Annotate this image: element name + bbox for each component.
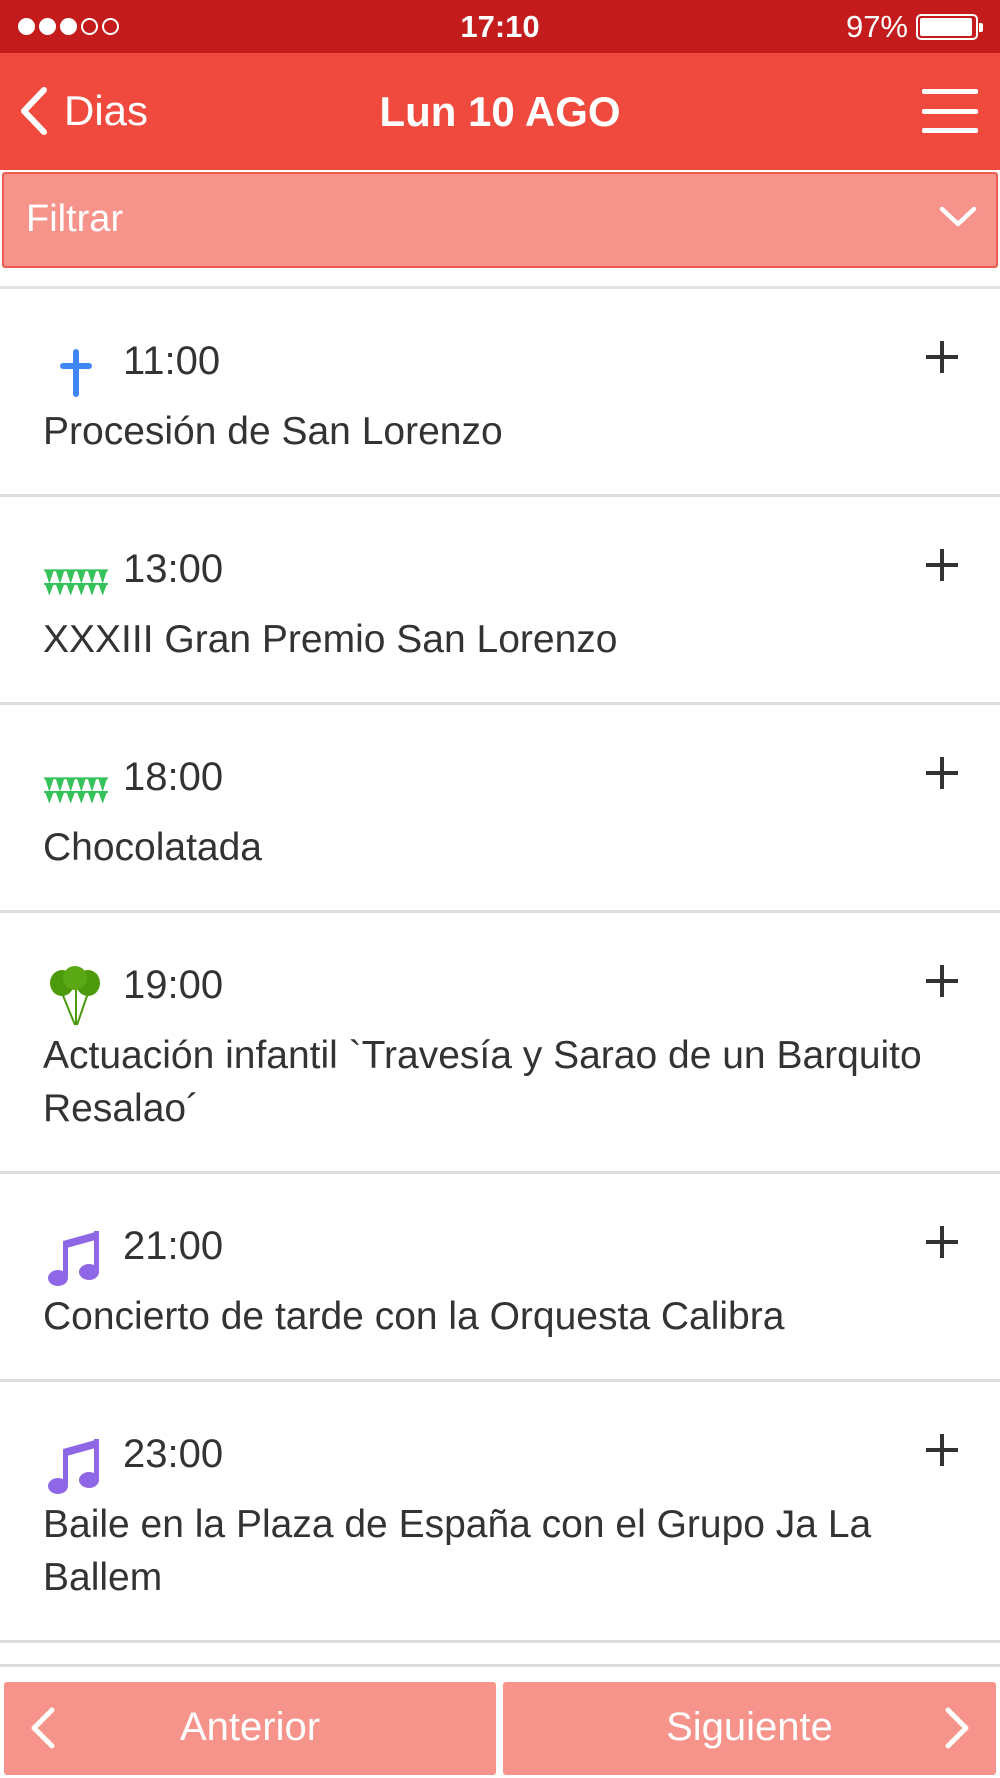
event-time: 11:00 — [123, 339, 221, 383]
add-event-button[interactable] — [914, 745, 970, 801]
filter-dropdown[interactable]: Filtrar — [2, 172, 998, 268]
battery-icon — [916, 14, 983, 40]
event-time: 18:00 — [123, 755, 224, 799]
plus-icon — [926, 757, 958, 789]
add-event-button[interactable] — [914, 537, 970, 593]
navigation-bar: Dias Lun 10 AGO — [0, 53, 1000, 170]
add-event-button[interactable] — [914, 1214, 970, 1270]
event-item[interactable]: 23:00 Baile en la Plaza de España con el… — [0, 1382, 1000, 1643]
next-day-label: Siguiente — [666, 1705, 833, 1749]
bunting-icon — [44, 757, 108, 821]
event-title: XXXIII Gran Premio San Lorenzo — [43, 618, 618, 661]
cross-icon — [44, 341, 108, 405]
status-bar: 17:10 97% — [0, 0, 1000, 53]
event-time: 13:00 — [123, 547, 224, 591]
back-label: Dias — [64, 87, 149, 134]
filter-label: Filtrar — [26, 198, 124, 240]
music-note-icon — [44, 1434, 108, 1498]
plus-icon — [926, 341, 958, 373]
event-item[interactable]: 19:00 Actuación infantil `Travesía y Sar… — [0, 913, 1000, 1174]
event-title: Procesión de San Lorenzo — [43, 410, 503, 453]
event-item[interactable]: 11:00 Procesión de San Lorenzo — [0, 289, 1000, 497]
event-title: Concierto de tarde con la Orquesta Calib… — [43, 1295, 785, 1338]
event-item[interactable]: 13:00 XXXIII Gran Premio San Lorenzo — [0, 497, 1000, 705]
hamburger-menu-icon[interactable] — [922, 89, 978, 133]
previous-day-label: Anterior — [179, 1705, 321, 1749]
bunting-icon — [44, 549, 108, 613]
plus-icon — [926, 549, 958, 581]
music-note-icon — [44, 1226, 108, 1290]
plus-icon — [926, 1434, 958, 1466]
battery-fill — [920, 18, 973, 36]
plus-icon — [926, 1226, 958, 1258]
event-title: Actuación infantil `Travesía y Sarao de … — [43, 1034, 922, 1130]
event-time: 21:00 — [123, 1224, 224, 1268]
chevron-right-icon — [945, 1707, 969, 1749]
event-list: 11:00 Procesión de San Lorenzo 13:00 XXX… — [0, 289, 1000, 1643]
add-event-button[interactable] — [914, 1422, 970, 1478]
event-time: 23:00 — [123, 1432, 224, 1476]
list-divider — [0, 1664, 1000, 1667]
back-button[interactable]: Dias — [16, 77, 148, 145]
event-title: Chocolatada — [43, 826, 262, 869]
plus-icon — [926, 965, 958, 997]
previous-day-button[interactable]: Anterior — [4, 1682, 496, 1775]
next-day-button[interactable]: Siguiente — [503, 1682, 996, 1775]
add-event-button[interactable] — [914, 329, 970, 385]
page-title: Lun 10 AGO — [379, 88, 621, 135]
add-event-button[interactable] — [914, 953, 970, 1009]
chevron-left-icon — [21, 87, 47, 135]
event-item[interactable]: 21:00 Concierto de tarde con la Orquesta… — [0, 1174, 1000, 1382]
event-time: 19:00 — [123, 963, 224, 1007]
event-title: Baile en la Plaza de España con el Grupo… — [43, 1503, 872, 1599]
balloons-icon — [44, 965, 108, 1029]
battery-percentage: 97% — [845, 9, 908, 44]
event-item[interactable]: 18:00 Chocolatada — [0, 705, 1000, 913]
chevron-down-icon — [939, 206, 977, 227]
